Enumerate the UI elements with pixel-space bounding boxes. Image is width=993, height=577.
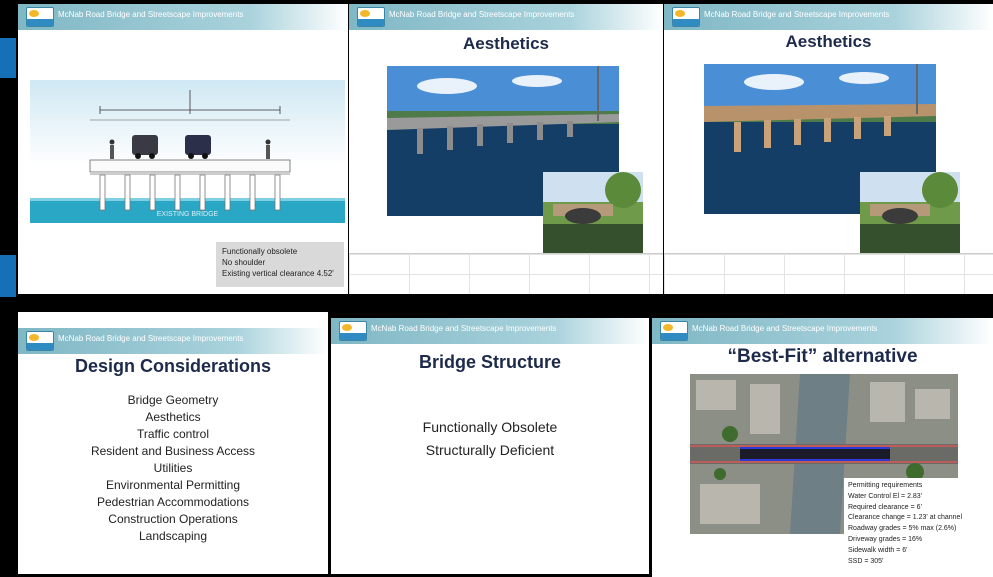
bridge-section-diagram: EXISTING BRIDGE	[30, 80, 345, 223]
permitting-note: Permitting requirements Water Control El…	[844, 478, 992, 574]
list-item: Pedestrian Accommodations	[96, 495, 250, 509]
note-line: Sidewalk width = 6'	[848, 546, 908, 554]
city-logo-icon	[26, 331, 54, 351]
note-line: Driveway grades = 16%	[848, 535, 923, 543]
slide-best-fit-alternative[interactable]: McNab Road Bridge and Streetscape Improv…	[652, 318, 993, 577]
note-line: Required clearance = 6'	[848, 503, 922, 511]
note-line: Roadway grades = 5% max (2.6%)	[848, 525, 957, 533]
slide-design-considerations[interactable]: McNab Road Bridge and Streetscape Improv…	[18, 312, 328, 574]
list-item: Bridge Geometry	[127, 393, 219, 407]
list-item: Aesthetics	[145, 410, 201, 424]
accent-bar-top	[0, 38, 16, 78]
structure-list: Functionally Obsolete Structurally Defic…	[331, 416, 649, 462]
note-line: Existing vertical clearance 4.52'	[222, 269, 334, 278]
slide-title: Bridge Structure	[418, 352, 562, 372]
slide-header: McNab Road Bridge and Streetscape Improv…	[331, 318, 649, 344]
slide-aesthetics-proposed[interactable]: McNab Road Bridge and Streetscape Improv…	[664, 4, 993, 294]
slide-header: McNab Road Bridge and Streetscape Improv…	[18, 328, 328, 354]
header-text: McNab Road Bridge and Streetscape Improv…	[58, 334, 244, 343]
city-logo-icon	[672, 7, 700, 27]
list-item: Functionally Obsolete	[422, 419, 558, 435]
slide-bridge-cross-section[interactable]: McNab Road Bridge and Streetscape Improv…	[18, 4, 348, 294]
section-label: EXISTING BRIDGE	[156, 211, 219, 218]
slide-header: McNab Road Bridge and Streetscape Improv…	[18, 4, 348, 30]
slide-header: McNab Road Bridge and Streetscape Improv…	[652, 318, 993, 344]
note-line: No shoulder	[222, 258, 266, 267]
note-line: Permitting requirements	[848, 482, 923, 489]
list-item: Utilities	[153, 461, 193, 475]
considerations-list: Bridge Geometry Aesthetics Traffic contr…	[18, 392, 328, 545]
list-item: Traffic control	[136, 427, 210, 441]
note-line: Functionally obsolete	[222, 247, 298, 256]
slide-bridge-structure[interactable]: McNab Road Bridge and Streetscape Improv…	[331, 318, 649, 574]
header-text: McNab Road Bridge and Streetscape Improv…	[692, 324, 878, 333]
slide-aesthetics-existing[interactable]: McNab Road Bridge and Streetscape Improv…	[349, 4, 663, 294]
slide-title: Aesthetics	[785, 32, 872, 51]
list-item: Construction Operations	[108, 512, 238, 526]
list-item: Structurally Deficient	[425, 442, 555, 458]
slide-grid	[664, 253, 993, 294]
bridge-section-svg	[30, 90, 345, 223]
header-text: McNab Road Bridge and Streetscape Improv…	[58, 10, 244, 19]
accent-bar-bottom	[0, 255, 16, 297]
list-item: Environmental Permitting	[105, 478, 241, 492]
city-logo-icon	[660, 321, 688, 341]
slide-header: McNab Road Bridge and Streetscape Improv…	[349, 4, 663, 30]
note-line: SSD = 305'	[848, 557, 884, 565]
city-logo-icon	[26, 7, 54, 27]
slide-title: “Best-Fit” alternative	[727, 346, 918, 367]
note-box: Functionally obsolete No shoulder Existi…	[216, 242, 344, 287]
header-text: McNab Road Bridge and Streetscape Improv…	[704, 10, 890, 19]
slide-header: McNab Road Bridge and Streetscape Improv…	[664, 4, 993, 30]
culvert-photo	[860, 172, 960, 254]
city-logo-icon	[339, 321, 367, 341]
note-line: Clearance change = 1.23' at channel	[848, 514, 963, 522]
slide-title: Design Considerations	[74, 356, 272, 376]
slide-title: Aesthetics	[463, 34, 549, 53]
list-item: Resident and Business Access	[90, 444, 256, 458]
list-item: Landscaping	[138, 529, 208, 543]
culvert-photo	[543, 172, 643, 254]
header-text: McNab Road Bridge and Streetscape Improv…	[371, 324, 557, 333]
slide-grid	[349, 253, 663, 294]
note-line: Water Control El = 2.83'	[848, 492, 923, 500]
city-logo-icon	[357, 7, 385, 27]
header-text: McNab Road Bridge and Streetscape Improv…	[389, 10, 575, 19]
